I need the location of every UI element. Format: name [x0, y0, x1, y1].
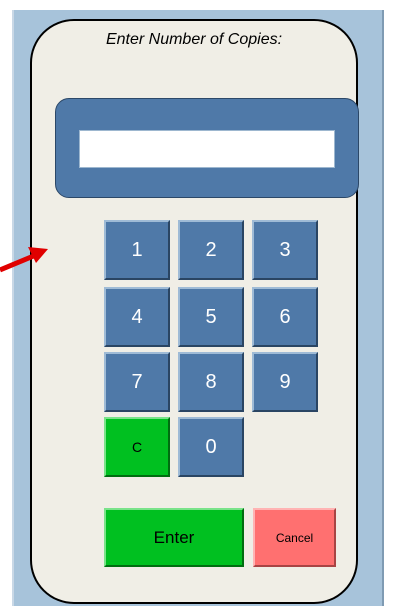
red-arrow-icon [0, 247, 48, 273]
key-4[interactable]: 4 [104, 287, 170, 347]
key-5[interactable]: 5 [178, 287, 244, 347]
key-7[interactable]: 7 [104, 352, 170, 412]
screen: Enter Number of Copies: 1 2 3 4 5 6 7 8 … [0, 0, 394, 610]
key-6[interactable]: 6 [252, 287, 318, 347]
key-2[interactable]: 2 [178, 220, 244, 280]
clear-button[interactable]: C [104, 417, 170, 477]
copies-input[interactable] [79, 130, 335, 168]
enter-button[interactable]: Enter [104, 508, 244, 567]
key-9[interactable]: 9 [252, 352, 318, 412]
key-0[interactable]: 0 [178, 417, 244, 477]
cancel-button[interactable]: Cancel [253, 508, 336, 567]
dialog-title: Enter Number of Copies: [105, 31, 283, 48]
key-1[interactable]: 1 [104, 220, 170, 280]
key-8[interactable]: 8 [178, 352, 244, 412]
key-3[interactable]: 3 [252, 220, 318, 280]
display-panel [55, 98, 359, 198]
